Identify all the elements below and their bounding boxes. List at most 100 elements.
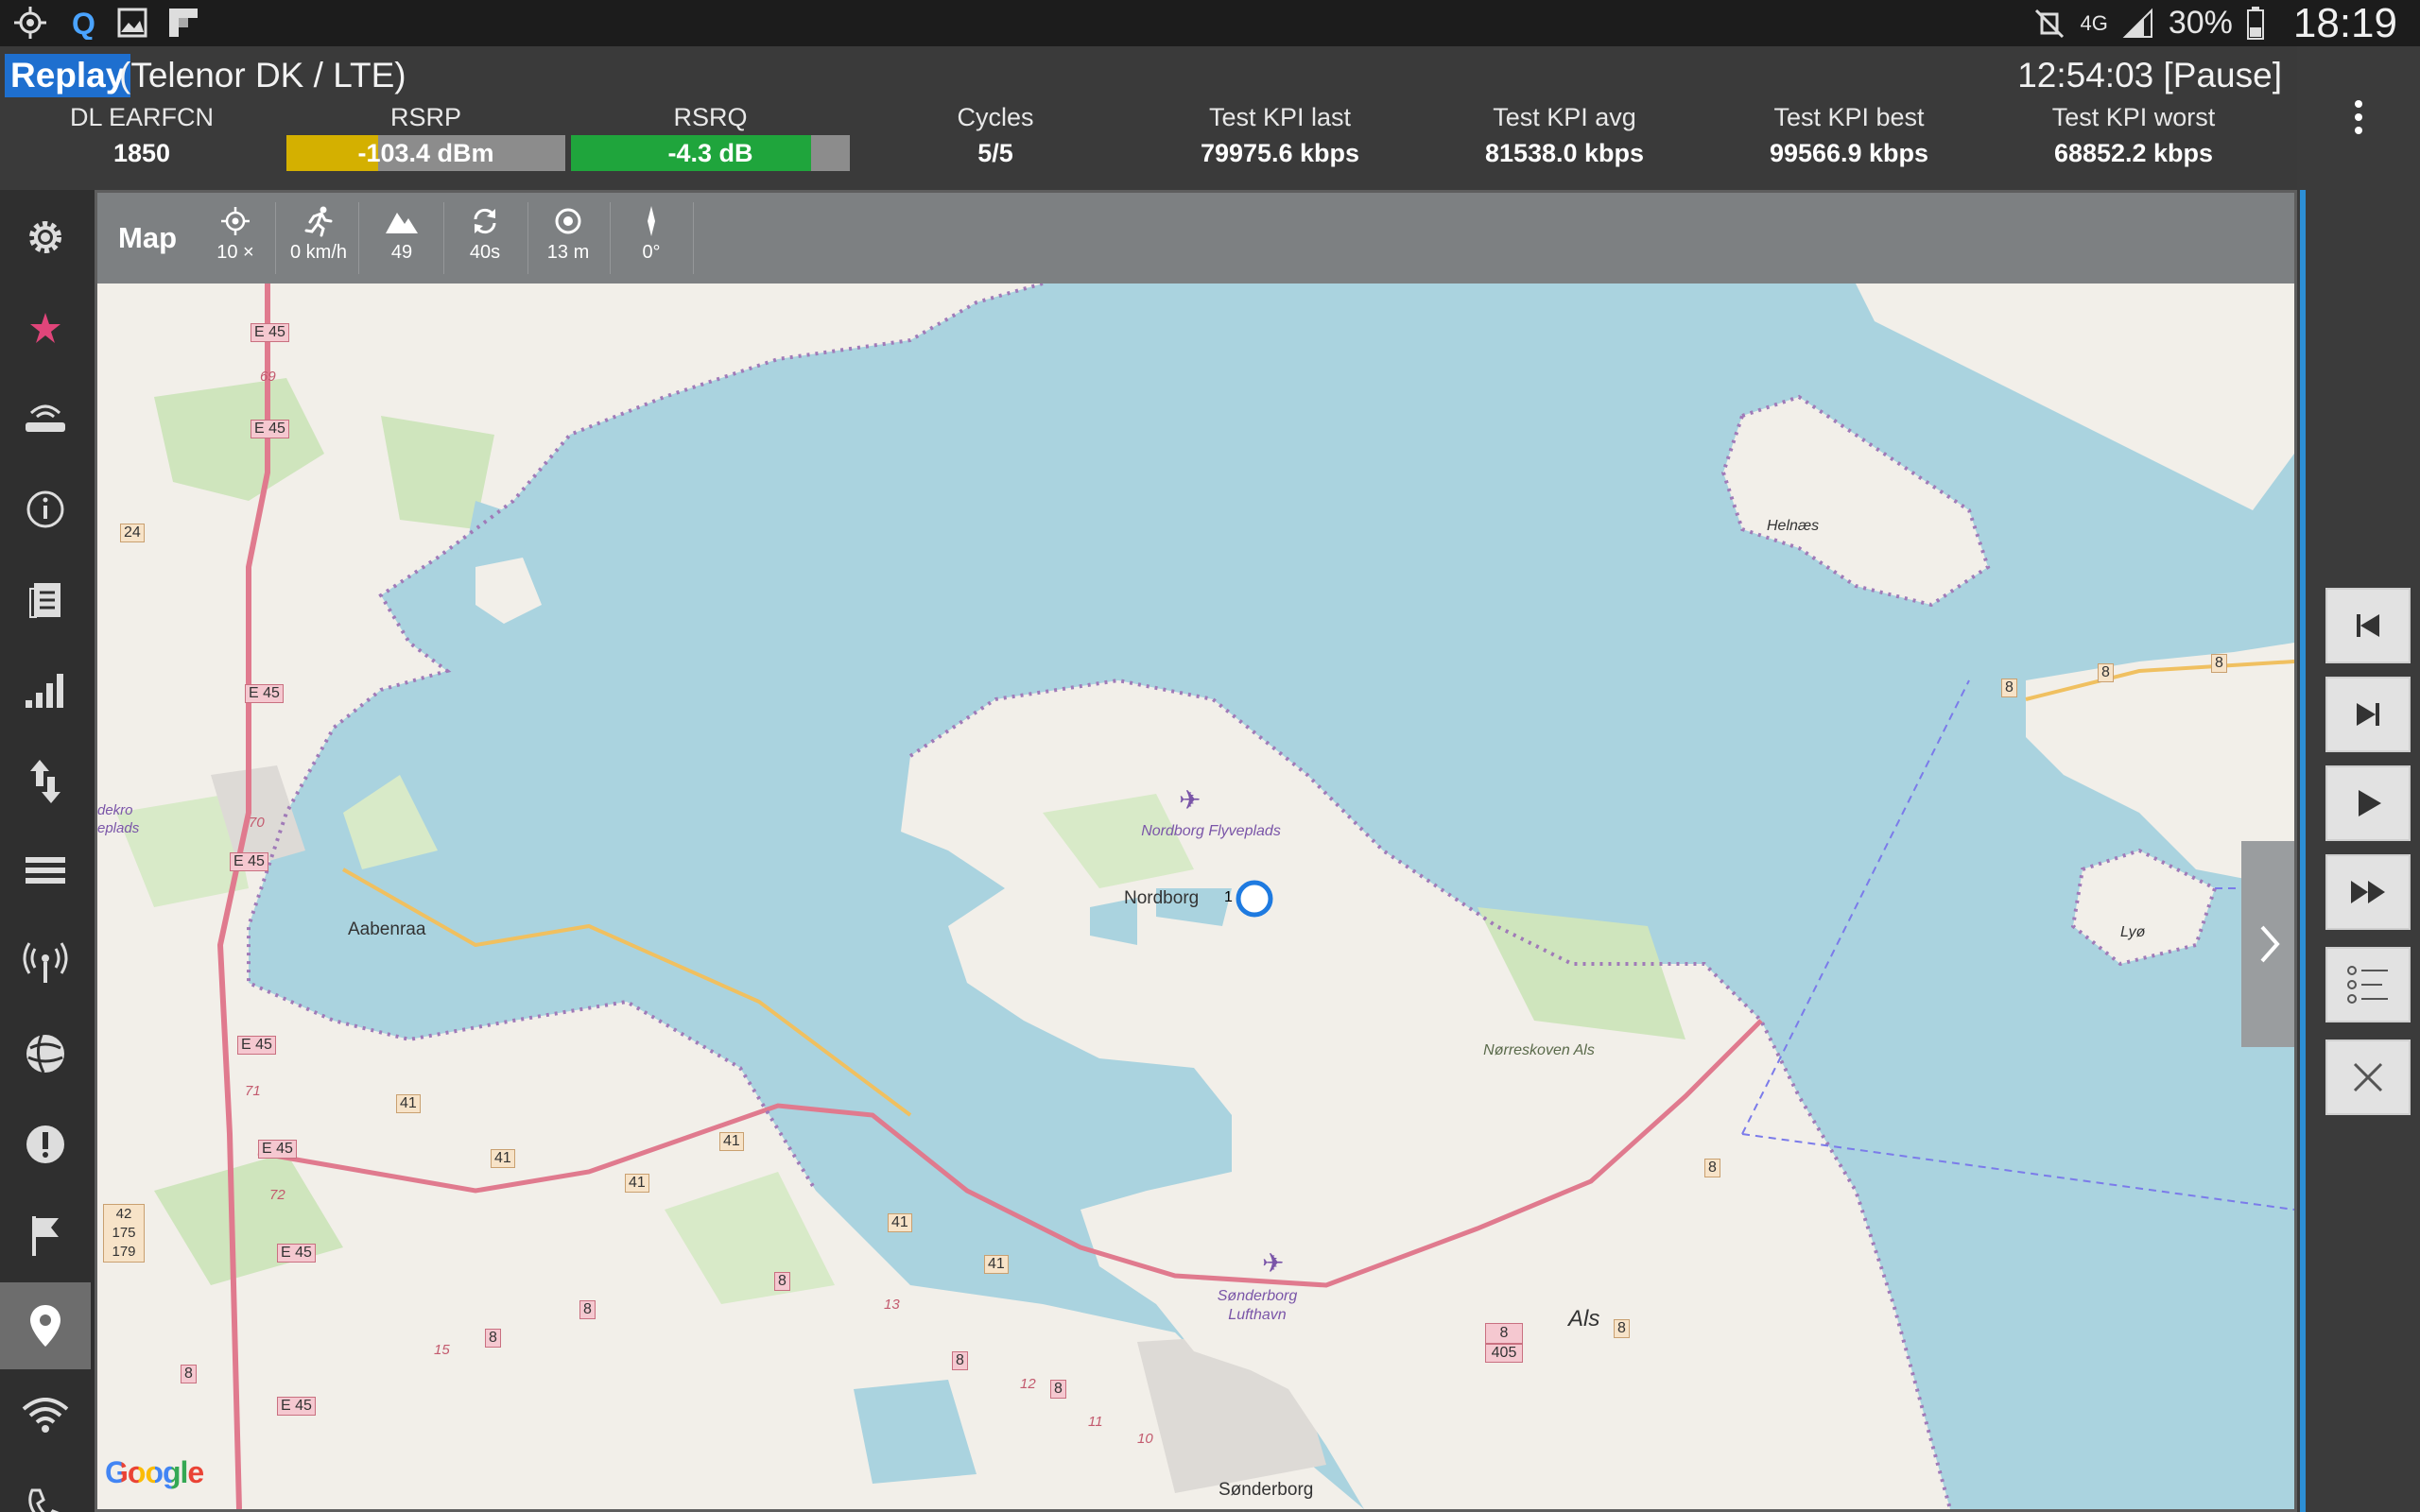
- sidebar-item-settings[interactable]: [0, 194, 91, 281]
- sidebar-item-router[interactable]: [0, 375, 91, 462]
- kpi-label: RSRP: [389, 103, 461, 131]
- sidebar-item-favorites[interactable]: [0, 284, 91, 371]
- kpi-cycles: Cycles 5/5: [901, 103, 1090, 168]
- road-shield: 41: [888, 1213, 912, 1232]
- road-shield: 405: [1485, 1344, 1523, 1363]
- status-notifications: Q: [13, 6, 200, 41]
- map-panel: Map 10 × 0 km/h 49 40s 13 m 0° ✈ ✈ 1 Nor…: [95, 190, 2297, 1512]
- road-shield: 8: [1485, 1323, 1523, 1344]
- google-logo: Google: [105, 1455, 204, 1490]
- position-marker-label: 1: [1224, 889, 1233, 905]
- altitude-indicator[interactable]: 49: [364, 200, 440, 264]
- zoom-value: 10 ×: [216, 242, 254, 263]
- map-marker-icon: [30, 1305, 60, 1347]
- place-label-norreskoven: Nørreskoven Als: [1483, 1042, 1595, 1058]
- heading-value: 0°: [642, 242, 661, 263]
- place-label-lufthavn: Sønderborg Lufthavn: [1217, 1288, 1298, 1323]
- sidebar-item-alerts[interactable]: [0, 1101, 91, 1188]
- target-icon: [555, 208, 581, 234]
- land-helnaes: [1723, 397, 1988, 605]
- place-label-als: Als: [1568, 1306, 1600, 1332]
- fast-forward-icon: [2351, 881, 2385, 903]
- road-shield: 8: [952, 1351, 968, 1370]
- flag-icon: [32, 1216, 59, 1256]
- refresh-indicator[interactable]: 40s: [447, 200, 523, 264]
- router-icon: [26, 404, 65, 432]
- gps-icon: [13, 6, 47, 40]
- road-shield: E 45: [237, 1036, 276, 1055]
- accuracy-indicator[interactable]: 13 m: [530, 200, 606, 264]
- road-shield: 41: [719, 1132, 744, 1151]
- road-shield: 8: [485, 1329, 501, 1348]
- heading-indicator[interactable]: 0°: [614, 200, 689, 264]
- place-label-lyo: Lyø: [2120, 924, 2146, 940]
- accuracy-value: 13 m: [546, 242, 590, 263]
- road-shield: 8: [181, 1365, 197, 1383]
- kpi-rsrq: RSRQ -4.3 dB: [571, 103, 850, 171]
- kpi-label: Test KPI worst: [2051, 103, 2216, 131]
- zoom-indicator[interactable]: 10 ×: [198, 200, 273, 264]
- sidebar-item-web[interactable]: [0, 1010, 91, 1097]
- road-shield: E 45: [251, 420, 289, 438]
- road-shield: 24: [120, 524, 145, 542]
- road-number: 11: [1088, 1414, 1103, 1430]
- kpi-test-last: Test KPI last 79975.6 kbps: [1167, 103, 1393, 168]
- sidebar-item-wifi[interactable]: [0, 1373, 91, 1460]
- sidebar-item-transfer[interactable]: [0, 738, 91, 825]
- map-toolbar: Map 10 × 0 km/h 49 40s 13 m 0°: [97, 193, 2294, 284]
- skip-next-button[interactable]: [2325, 677, 2411, 752]
- sidebar-item-log[interactable]: [0, 557, 91, 644]
- clock: 18:19: [2292, 0, 2397, 46]
- map-side-expander[interactable]: [2241, 841, 2294, 1047]
- map-view[interactable]: ✈ ✈ 1 Nordborg Nordborg Flyveplads Aaben…: [97, 284, 2294, 1509]
- road-number: 70: [249, 815, 265, 831]
- overflow-menu-button[interactable]: [2344, 94, 2373, 151]
- wifi-icon: [22, 1398, 69, 1433]
- rsrp-bar: -103.4 dBm: [286, 135, 565, 171]
- place-label-aabenraa: Aabenraa: [348, 919, 426, 939]
- play-button[interactable]: [2325, 765, 2411, 841]
- kpi-dl-earfcn: DL EARFCN 1850: [28, 103, 255, 168]
- road-shield: E 45: [230, 852, 268, 871]
- status-bar: Q 4G 30% 18:19: [0, 0, 2420, 46]
- land-islet: [475, 558, 542, 624]
- kpi-value: -4.3 dB: [667, 139, 753, 167]
- road-shield: 8: [2211, 654, 2227, 673]
- sidebar-item-map[interactable]: [0, 1282, 91, 1369]
- speed-indicator[interactable]: 0 km/h: [281, 200, 356, 264]
- sidebar-item-signal[interactable]: [0, 647, 91, 734]
- kpi-test-best: Test KPI best 99566.9 kbps: [1736, 103, 1962, 168]
- info-icon: [26, 490, 64, 528]
- sidebar-item-list[interactable]: [0, 829, 91, 916]
- kpi-test-worst: Test KPI worst 68852.2 kbps: [2020, 103, 2247, 168]
- sidebar-item-call[interactable]: [0, 1464, 91, 1512]
- sidebar-item-info[interactable]: [0, 466, 91, 553]
- road-shield: 8: [579, 1300, 596, 1319]
- play-icon: [2359, 790, 2381, 816]
- position-marker[interactable]: [1236, 880, 1273, 918]
- skip-previous-button[interactable]: [2325, 588, 2411, 663]
- road-shield: 8: [1614, 1319, 1630, 1338]
- crosshair-icon: [221, 207, 250, 235]
- kpi-label: Cycles: [957, 103, 1034, 131]
- airplane-icon: ✈: [1179, 784, 1201, 816]
- transfer-icon: [30, 760, 60, 803]
- fast-forward-button[interactable]: [2325, 854, 2411, 930]
- road-number: 69: [260, 369, 276, 385]
- sidebar-item-antenna[interactable]: [0, 919, 91, 1006]
- toolbar-divider: [358, 202, 359, 274]
- operator-label: (Telenor DK / LTE): [119, 56, 406, 94]
- kpi-label: DL EARFCN: [69, 103, 215, 131]
- close-button[interactable]: [2325, 1040, 2411, 1115]
- kpi-test-avg: Test KPI avg 81538.0 kbps: [1451, 103, 1678, 168]
- qualipoc-icon: Q: [64, 6, 98, 41]
- road-shield: E 45: [277, 1244, 316, 1263]
- kpi-label: Test KPI last: [1208, 103, 1352, 131]
- skip-next-icon: [2357, 703, 2379, 726]
- road-number: 12: [1020, 1376, 1036, 1392]
- road-shield: 8: [774, 1272, 790, 1291]
- status-system: 4G 30% 18:19: [2032, 0, 2397, 46]
- options-list-button[interactable]: [2325, 947, 2411, 1022]
- toolbar-divider: [693, 202, 694, 274]
- sidebar-item-markers[interactable]: [0, 1192, 91, 1279]
